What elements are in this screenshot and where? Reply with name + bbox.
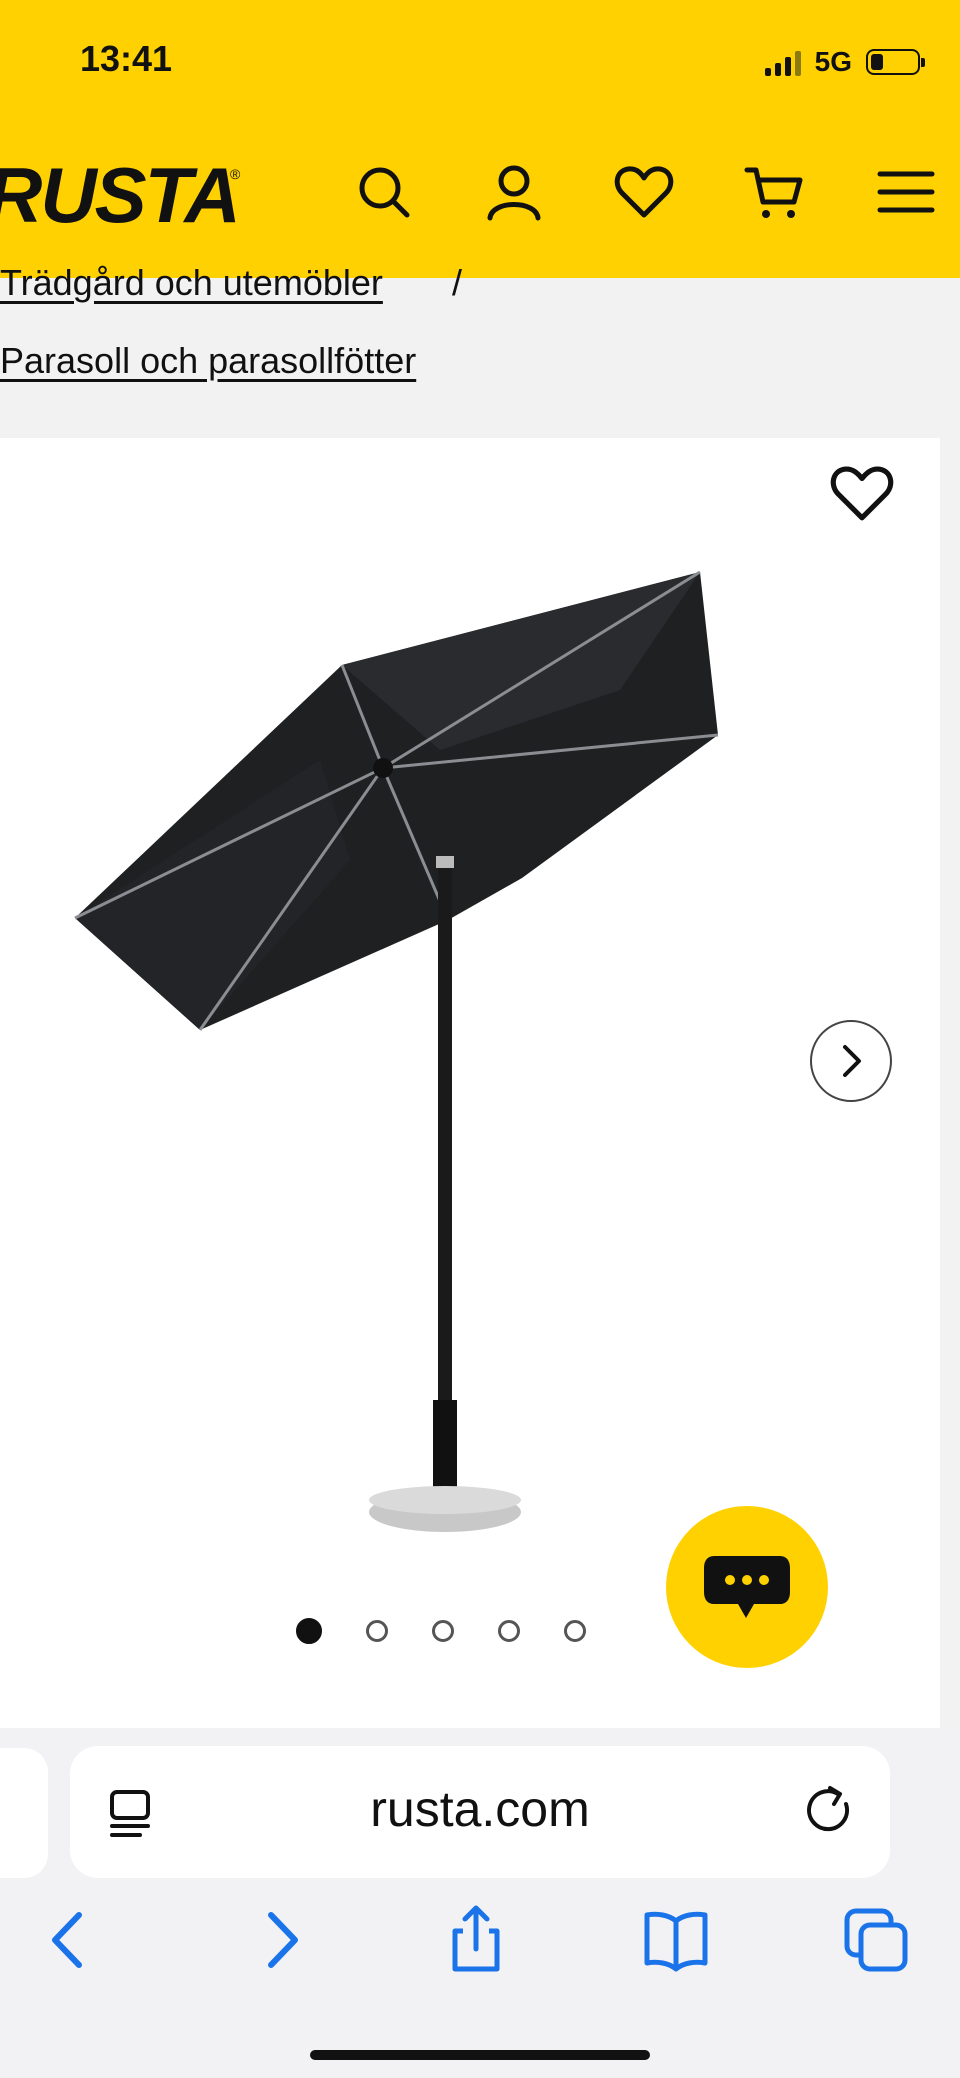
forward-icon[interactable]: [240, 1900, 320, 1980]
product-image: [74, 570, 719, 1532]
url-text: rusta.com: [370, 1781, 590, 1837]
menu-icon[interactable]: [874, 160, 938, 224]
bookmarks-icon[interactable]: [636, 1900, 716, 1980]
carousel-dot-5[interactable]: [564, 1620, 586, 1642]
registered-mark: ®: [230, 166, 241, 182]
favorite-button[interactable]: [828, 462, 896, 524]
home-indicator[interactable]: [310, 2050, 650, 2060]
breadcrumb-separator: /: [452, 262, 463, 303]
breadcrumb-garden: Trädgård och utemöbler: [0, 262, 383, 304]
signal-icon: [764, 48, 801, 76]
heart-icon[interactable]: [612, 160, 676, 224]
search-icon[interactable]: [352, 160, 416, 224]
share-icon[interactable]: [436, 1900, 516, 1980]
address-bar[interactable]: rusta.com: [70, 1746, 890, 1878]
carousel-dot-2[interactable]: [366, 1620, 388, 1642]
breadcrumb-parasol: Parasoll och parasollfötter: [0, 340, 416, 382]
breadcrumb-link-parasol[interactable]: Parasoll och parasollfötter: [0, 340, 416, 381]
rusta-logo[interactable]: RUSTA: [0, 150, 241, 241]
chat-bubble-icon: [704, 1556, 790, 1618]
carousel-dots: [296, 1618, 586, 1644]
carousel-dot-4[interactable]: [498, 1620, 520, 1642]
breadcrumb-link-garden[interactable]: Trädgård och utemöbler: [0, 262, 383, 303]
status-time: 13:41: [80, 38, 173, 79]
site-header: 13:41 5G RUSTA ®: [0, 0, 960, 278]
reload-icon[interactable]: [800, 1782, 858, 1840]
network-label: 5G: [814, 46, 852, 77]
carousel-dot-1[interactable]: [296, 1618, 322, 1644]
account-icon[interactable]: [482, 160, 546, 224]
chat-button[interactable]: [666, 1506, 828, 1668]
back-icon[interactable]: [30, 1900, 110, 1980]
tabs-icon[interactable]: [836, 1900, 916, 1980]
status-indicators: 5G: [764, 44, 925, 80]
carousel-next-button[interactable]: [810, 1020, 892, 1102]
carousel-dot-3[interactable]: [432, 1620, 454, 1642]
cart-icon[interactable]: [742, 160, 806, 224]
previous-tab-preview[interactable]: [0, 1748, 48, 1878]
battery-icon: [866, 49, 925, 75]
